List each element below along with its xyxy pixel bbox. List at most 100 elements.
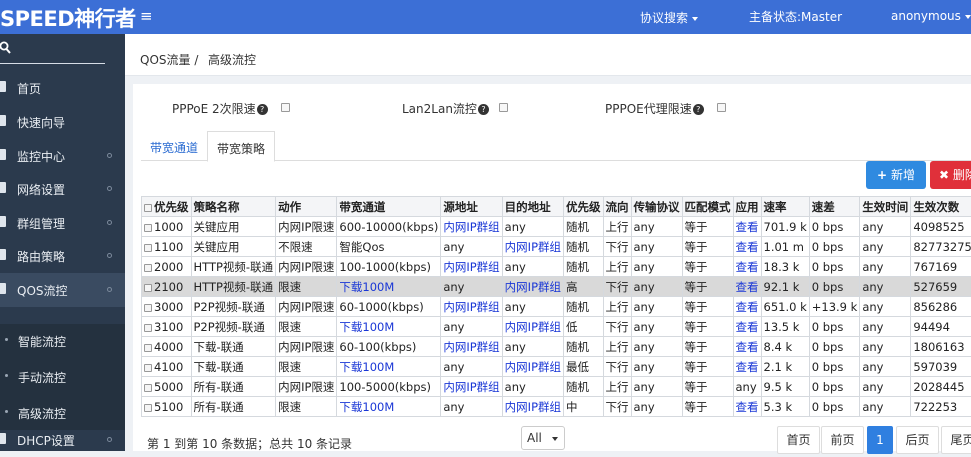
sidebar-item-wizard[interactable]: 快速向导 [0, 105, 125, 139]
sidebar-item-dhcp[interactable]: DHCP设置 [0, 423, 125, 457]
cell-text[interactable]: 内网IP群组 [505, 320, 561, 334]
table-row[interactable]: 4100下载-联通限速下载100Many内网IP群组最低下行any等于查看2.1… [142, 357, 971, 377]
cell-text[interactable]: 查看 [736, 220, 759, 234]
cell-text[interactable]: 查看 [736, 280, 759, 294]
cell-text[interactable]: 内网IP群组 [443, 300, 499, 314]
table-cell: 5100 [142, 397, 192, 417]
sidebar-item-qos[interactable]: QOS流控 [0, 273, 125, 307]
table-row[interactable]: 2000HTTP视频-联通内网IP限速100-1000(kbps)内网IP群组a… [142, 257, 971, 277]
help-icon[interactable]: ? [478, 104, 489, 115]
cell-text: 0 bps [812, 260, 844, 274]
cell-text[interactable]: 内网IP群组 [443, 380, 499, 394]
cell-text[interactable]: 内网IP群组 [505, 280, 561, 294]
column-header[interactable]: 传输协议 [631, 197, 682, 217]
row-checkbox[interactable] [144, 324, 152, 332]
table-cell: 内网IP群组 [502, 357, 563, 377]
cell-text[interactable]: 查看 [736, 400, 759, 414]
column-header[interactable]: 优先级 [564, 197, 604, 217]
cell-text: 722253 [913, 400, 957, 414]
page-size-select[interactable]: All [521, 426, 565, 450]
delete-button[interactable]: ✖ 删除 [930, 161, 971, 189]
row-checkbox[interactable] [144, 224, 152, 232]
cell-text: 9.5 k [764, 380, 793, 394]
tab-bandwidth-policy[interactable]: 带宽策略 [207, 131, 275, 162]
table-cell: any [860, 397, 911, 417]
cell-text[interactable]: 内网IP群组 [443, 340, 499, 354]
column-header[interactable]: 目的地址 [502, 197, 563, 217]
row-checkbox[interactable] [144, 284, 152, 292]
cell-text: any [505, 220, 526, 234]
cell-text[interactable]: 内网IP群组 [505, 360, 561, 374]
table-row[interactable]: 1000关键应用内网IP限速600-10000(kbps)内网IP群组any随机… [142, 217, 971, 237]
column-header[interactable]: 应用 [733, 197, 761, 217]
cell-text[interactable]: 内网IP群组 [443, 260, 499, 274]
lan2lan-checkbox[interactable] [499, 103, 508, 112]
row-checkbox[interactable] [144, 244, 152, 252]
row-checkbox[interactable] [144, 384, 152, 392]
column-header[interactable]: 源地址 [441, 197, 502, 217]
sidebar-search[interactable] [0, 38, 105, 64]
cell-text[interactable]: 内网IP群组 [505, 240, 561, 254]
breadcrumb-parent[interactable]: QOS流量 / [140, 51, 198, 68]
row-checkbox[interactable] [144, 344, 152, 352]
table-row[interactable]: 3000P2P视频-联通内网IP限速60-1000(kbps)内网IP群组any… [142, 297, 971, 317]
table-row[interactable]: 5000所有-联通内网IP限速100-5000(kbps)内网IP群组any随机… [142, 377, 971, 397]
sidebar-item-group[interactable]: 群组管理 [0, 206, 125, 240]
sidebar-subitem-smart-qos[interactable]: 智能流控 [0, 324, 125, 359]
sidebar-item-home[interactable]: 首页 [0, 71, 125, 105]
table-row[interactable]: 2100HTTP视频-联通限速下载100Many内网IP群组高下行any等于查看… [142, 277, 971, 297]
column-header[interactable]: 带宽通道 [337, 197, 441, 217]
user-menu[interactable]: anonymous [891, 9, 971, 23]
protocol-search-menu[interactable]: 协议搜索 [640, 9, 698, 26]
cell-text: any [634, 320, 655, 334]
select-all-checkbox[interactable] [144, 204, 152, 212]
last-page-button[interactable]: 尾页 [941, 426, 971, 454]
row-checkbox[interactable] [144, 404, 152, 412]
pppoe-proxy-checkbox[interactable] [717, 103, 726, 112]
table-cell: 不限速 [276, 237, 337, 257]
sidebar-item-network[interactable]: 网络设置 [0, 172, 125, 206]
column-header[interactable]: 流向 [603, 197, 631, 217]
help-icon[interactable]: ? [257, 104, 268, 115]
column-header[interactable]: 动作 [276, 197, 337, 217]
table-cell: any [441, 397, 502, 417]
row-checkbox[interactable] [144, 304, 152, 312]
column-header[interactable]: 策略名称 [191, 197, 276, 217]
cell-text[interactable]: 查看 [736, 300, 759, 314]
pppoe-checkbox[interactable] [281, 103, 290, 112]
cell-text[interactable]: 内网IP群组 [443, 220, 499, 234]
table-row[interactable]: 3100P2P视频-联通限速下载100Many内网IP群组低下行any等于查看1… [142, 317, 971, 337]
column-header[interactable]: 匹配模式 [682, 197, 733, 217]
first-page-button[interactable]: 首页 [777, 426, 820, 454]
cell-text[interactable]: 查看 [736, 340, 759, 354]
cell-text[interactable]: 下载100M [339, 280, 394, 294]
add-button[interactable]: + 新增 [866, 161, 926, 189]
cell-text[interactable]: 下载100M [339, 320, 394, 334]
column-header[interactable]: 生效次数 [911, 197, 971, 217]
table-row[interactable]: 5100所有-联通限速下载100Many内网IP群组中下行any等于查看5.3 … [142, 397, 971, 417]
sidebar-item-route[interactable]: 路由策略 [0, 239, 125, 273]
prev-page-button[interactable]: 前页 [821, 426, 864, 454]
menu-toggle-icon[interactable]: ≡ [140, 7, 153, 25]
column-header[interactable]: 速率 [761, 197, 809, 217]
column-header[interactable]: 优先级 [142, 197, 192, 217]
next-page-button[interactable]: 后页 [896, 426, 939, 454]
cell-text[interactable]: 内网IP群组 [505, 400, 561, 414]
sidebar-item-monitor[interactable]: 监控中心 [0, 139, 125, 173]
row-checkbox[interactable] [144, 264, 152, 272]
sidebar-subitem-manual-qos[interactable]: 手动流控 [0, 360, 125, 395]
row-checkbox[interactable] [144, 364, 152, 372]
cell-text[interactable]: 查看 [736, 320, 759, 334]
column-header[interactable]: 速差 [809, 197, 860, 217]
table-row[interactable]: 1100关键应用不限速智能Qosany内网IP群组随机下行any等于查看1.01… [142, 237, 971, 257]
cell-text[interactable]: 下载100M [339, 400, 394, 414]
cell-text[interactable]: 查看 [736, 240, 759, 254]
column-header[interactable]: 生效时间 [860, 197, 911, 217]
tab-bandwidth-channel[interactable]: 带宽通道 [141, 131, 207, 161]
current-page-button[interactable]: 1 [867, 426, 893, 454]
cell-text[interactable]: 查看 [736, 360, 759, 374]
help-icon[interactable]: ? [693, 104, 704, 115]
cell-text[interactable]: 下载100M [339, 360, 394, 374]
table-row[interactable]: 4000下载-联通内网IP限速60-100(kbps)内网IP群组any随机上行… [142, 337, 971, 357]
cell-text[interactable]: 查看 [736, 260, 759, 274]
